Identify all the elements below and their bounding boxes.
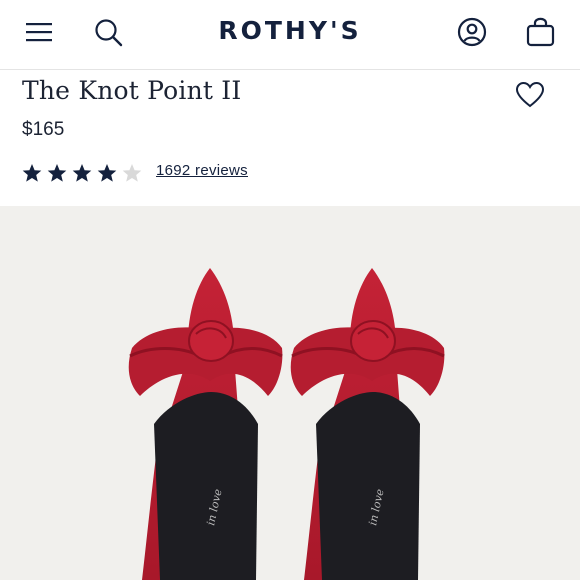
- star-filled-icon: [22, 164, 42, 182]
- left-shoe: in love: [128, 268, 283, 580]
- product-title: The Knot Point II: [22, 76, 242, 105]
- reviews-link[interactable]: 1692 reviews: [156, 162, 248, 179]
- account-icon[interactable]: [457, 17, 487, 52]
- top-navigation-bar: ROTHY'S: [0, 0, 580, 70]
- heart-icon[interactable]: [515, 81, 545, 114]
- brand-logo[interactable]: ROTHY'S: [0, 16, 580, 45]
- bag-icon[interactable]: [526, 16, 556, 53]
- product-image[interactable]: in love in love: [0, 206, 580, 580]
- star-filled-icon: [72, 164, 92, 182]
- product-price: $165: [22, 119, 65, 140]
- star-empty-icon: [122, 164, 142, 182]
- star-filled-icon: [47, 164, 67, 182]
- star-filled-icon: [97, 164, 117, 182]
- right-shoe: in love: [290, 268, 445, 580]
